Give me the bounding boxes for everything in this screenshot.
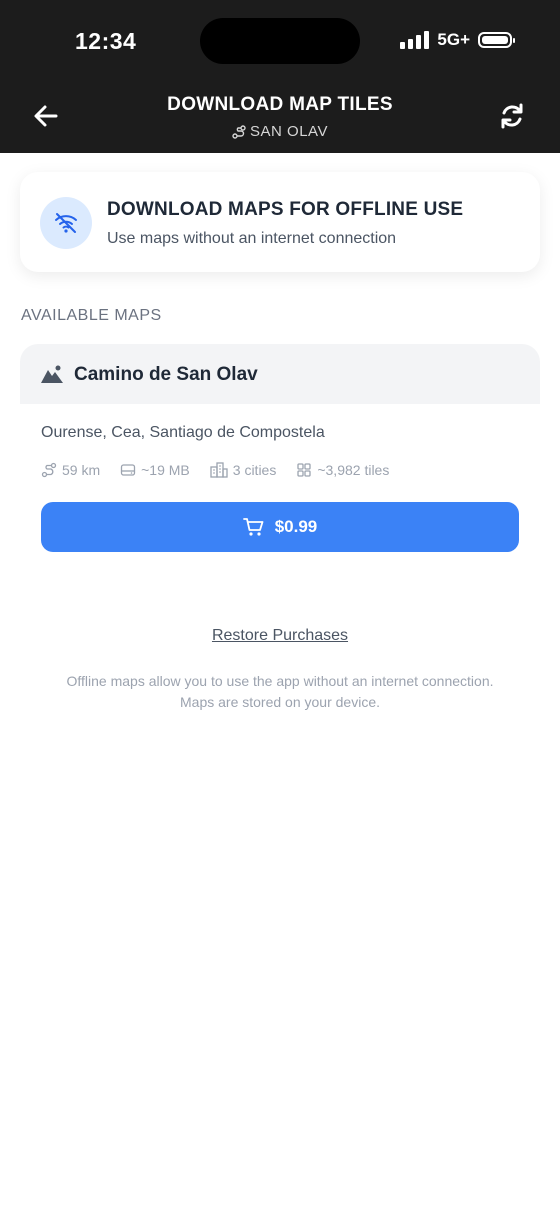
footnote: Offline maps allow you to use the app wi… (20, 671, 540, 713)
storage-icon (120, 464, 136, 476)
wifi-off-icon (55, 213, 77, 233)
buy-map-button[interactable]: $0.99 (41, 502, 519, 552)
route-icon (232, 124, 246, 139)
map-route: Ourense, Cea, Santiago de Compostela (41, 424, 325, 441)
building-icon (210, 462, 228, 478)
status-time: 12:34 (75, 28, 137, 54)
footnote-line-2: Maps are stored on your device. (180, 694, 380, 710)
mountain-icon (41, 365, 63, 383)
cart-icon (242, 518, 264, 536)
offline-card-subtitle: Use maps without an internet connection (107, 230, 397, 247)
stat-size-value: ~19 MB (141, 462, 190, 478)
map-name: Camino de San Olav (74, 364, 258, 385)
route-icon (41, 462, 57, 478)
stat-distance-value: 59 km (62, 462, 101, 478)
stat-size: ~19 MB (120, 462, 190, 478)
dynamic-island (200, 18, 360, 64)
battery-icon (478, 32, 515, 48)
stat-tiles-value: ~3,982 tiles (317, 462, 390, 478)
stat-cities: 3 cities (210, 462, 277, 478)
stat-cities-value: 3 cities (232, 462, 277, 478)
signal-icon (400, 31, 430, 49)
app-header: 12:34 5G+ DOWNLOAD MAP TILES SAN OLAV (0, 0, 560, 153)
subtitle-text: SAN OLAV (250, 123, 328, 140)
refresh-icon[interactable] (496, 100, 528, 132)
status-indicators: 5G+ (400, 30, 515, 50)
grid-icon (297, 463, 311, 477)
wifi-off-badge (40, 197, 92, 249)
network-type: 5G+ (437, 30, 470, 49)
footnote-line-1: Offline maps allow you to use the app wi… (66, 673, 494, 689)
buy-price: $0.99 (274, 517, 318, 536)
map-card-header[interactable]: Camino de San Olav (20, 344, 540, 404)
stat-distance: 59 km (41, 462, 100, 478)
restore-purchases-label: Restore Purchases (211, 627, 349, 644)
restore-purchases-link[interactable]: Restore Purchases (0, 627, 560, 645)
section-label: AVAILABLE MAPS (21, 307, 162, 324)
page-subtitle: SAN OLAV (0, 123, 560, 140)
offline-card-title: DOWNLOAD MAPS FOR OFFLINE USE (107, 199, 464, 220)
offline-info-card: DOWNLOAD MAPS FOR OFFLINE USE Use maps w… (20, 172, 540, 272)
page-title: DOWNLOAD MAP TILES (167, 94, 393, 115)
map-stats: 59 km ~19 MB 3 cities ~3,982 tiles (41, 462, 389, 478)
stat-tiles: ~3,982 tiles (296, 462, 389, 478)
